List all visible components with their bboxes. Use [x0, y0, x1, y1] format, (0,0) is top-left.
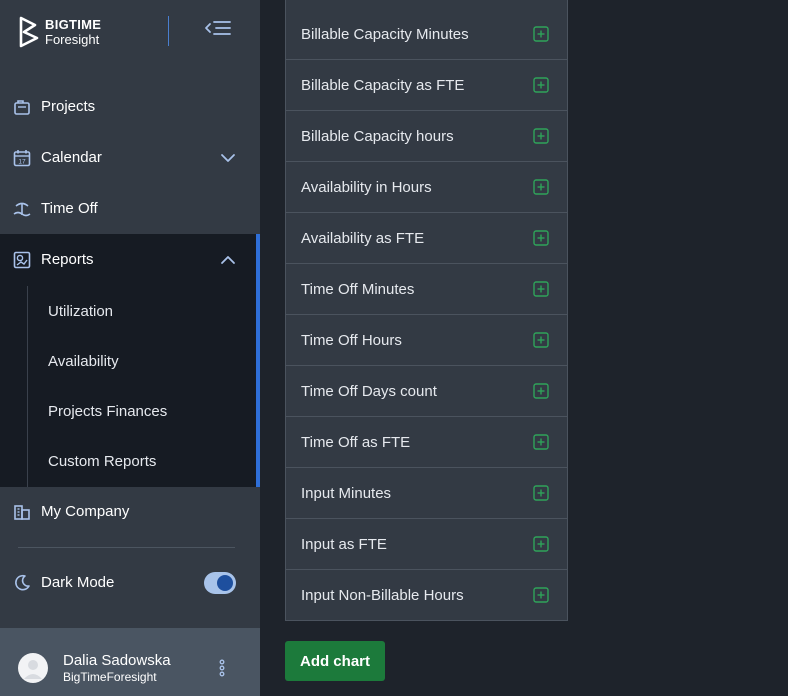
metric-label: Billable Capacity hours — [301, 127, 454, 145]
brand-logo[interactable]: BIGTIME Foresight — [18, 16, 101, 48]
dark-mode-label: Dark Mode — [41, 574, 115, 591]
add-plus-icon[interactable] — [533, 434, 549, 450]
add-plus-icon[interactable] — [533, 128, 549, 144]
metric-label: Availability as FTE — [301, 229, 425, 247]
subnav-utilization[interactable]: Utilization — [48, 303, 113, 320]
bigtime-logo-icon — [19, 16, 39, 48]
nav-reports-label: Reports — [41, 251, 94, 268]
list-item: Billable Capacity as FTE — [286, 60, 567, 111]
metric-label: Time Off Minutes — [301, 280, 415, 298]
list-item: Input Non-Billable Hours — [286, 570, 567, 620]
brand-product: Foresight — [45, 32, 100, 47]
toggle-knob — [217, 575, 233, 591]
metric-label: Input as FTE — [301, 535, 387, 553]
add-plus-icon[interactable] — [533, 77, 549, 93]
list-item: Time Off Hours — [286, 315, 567, 366]
metric-label: Input Minutes — [301, 484, 392, 502]
time-off-icon — [13, 202, 31, 216]
nav-calendar[interactable]: 17 Calendar — [0, 132, 260, 183]
nav-projects-label: Projects — [41, 98, 96, 115]
reports-section: Reports Utilization Availability Project… — [0, 234, 260, 487]
list-item: Time Off Days count — [286, 366, 567, 417]
list-item: Input Minutes — [286, 468, 567, 519]
add-plus-icon[interactable] — [533, 383, 549, 399]
nav-calendar-label: Calendar — [41, 149, 102, 166]
list-item: Availability as FTE — [286, 213, 567, 264]
metric-label: Billable Capacity Minutes — [301, 25, 469, 43]
list-item: Billable Capacity Minutes — [286, 9, 567, 60]
nav-my-company-label: My Company — [41, 503, 130, 520]
metric-label: Time Off Hours — [301, 331, 402, 349]
more-vertical-icon[interactable] — [215, 658, 229, 678]
metric-label: Time Off Days count — [301, 382, 437, 400]
company-building-icon — [14, 504, 30, 520]
nav-my-company[interactable]: My Company — [0, 486, 260, 537]
dark-mode-toggle[interactable] — [204, 572, 236, 594]
add-plus-icon[interactable] — [533, 332, 549, 348]
avatar[interactable] — [18, 653, 48, 683]
subnav-projects-finances[interactable]: Projects Finances — [48, 403, 167, 420]
user-org: BigTimeForesight — [63, 670, 157, 684]
svg-text:17: 17 — [18, 158, 26, 165]
add-chart-button[interactable]: Add chart — [285, 641, 385, 681]
subnav-availability[interactable]: Availability — [48, 353, 119, 370]
chevron-down-icon[interactable] — [220, 150, 236, 166]
projects-icon — [14, 99, 30, 115]
chevron-up-icon[interactable] — [220, 252, 236, 268]
brand-name: BIGTIME — [45, 17, 102, 32]
list-item: Availability in Hours — [286, 162, 567, 213]
user-avatar-icon — [24, 660, 42, 679]
collapse-sidebar-icon[interactable] — [204, 18, 232, 42]
header-divider — [168, 16, 169, 46]
list-item: Time Off as FTE — [286, 417, 567, 468]
reports-icon — [13, 251, 31, 268]
add-plus-icon[interactable] — [533, 179, 549, 195]
user-panel[interactable]: Dalia Sadowska BigTimeForesight — [0, 628, 260, 696]
add-plus-icon[interactable] — [533, 26, 549, 42]
list-item: Input as FTE — [286, 519, 567, 570]
add-plus-icon[interactable] — [533, 230, 549, 246]
user-name: Dalia Sadowska — [63, 652, 171, 669]
metric-label: Billable Capacity as FTE — [301, 76, 465, 94]
metric-label: Availability in Hours — [301, 178, 432, 196]
sidebar: BIGTIME Foresight Projects 17 Calendar T… — [0, 0, 260, 696]
nav-reports[interactable]: Reports — [0, 234, 260, 285]
list-item: Billable Capacity hours — [286, 111, 567, 162]
nav-time-off-label: Time Off — [41, 200, 98, 217]
submenu-guide-line — [27, 286, 28, 487]
list-item: Time Off Minutes — [286, 264, 567, 315]
subnav-custom-reports[interactable]: Custom Reports — [48, 453, 156, 470]
add-plus-icon[interactable] — [533, 281, 549, 297]
metrics-list: Billable Capacity Minutes Billable Capac… — [285, 0, 568, 621]
nav-projects[interactable]: Projects — [0, 81, 260, 132]
add-plus-icon[interactable] — [533, 485, 549, 501]
add-plus-icon[interactable] — [533, 536, 549, 552]
moon-icon — [15, 574, 30, 590]
calendar-icon: 17 — [13, 149, 31, 166]
add-plus-icon[interactable] — [533, 587, 549, 603]
nav-time-off[interactable]: Time Off — [0, 183, 260, 234]
metric-label: Time Off as FTE — [301, 433, 411, 451]
metric-label: Input Non-Billable Hours — [301, 586, 464, 604]
sidebar-divider — [18, 547, 235, 548]
